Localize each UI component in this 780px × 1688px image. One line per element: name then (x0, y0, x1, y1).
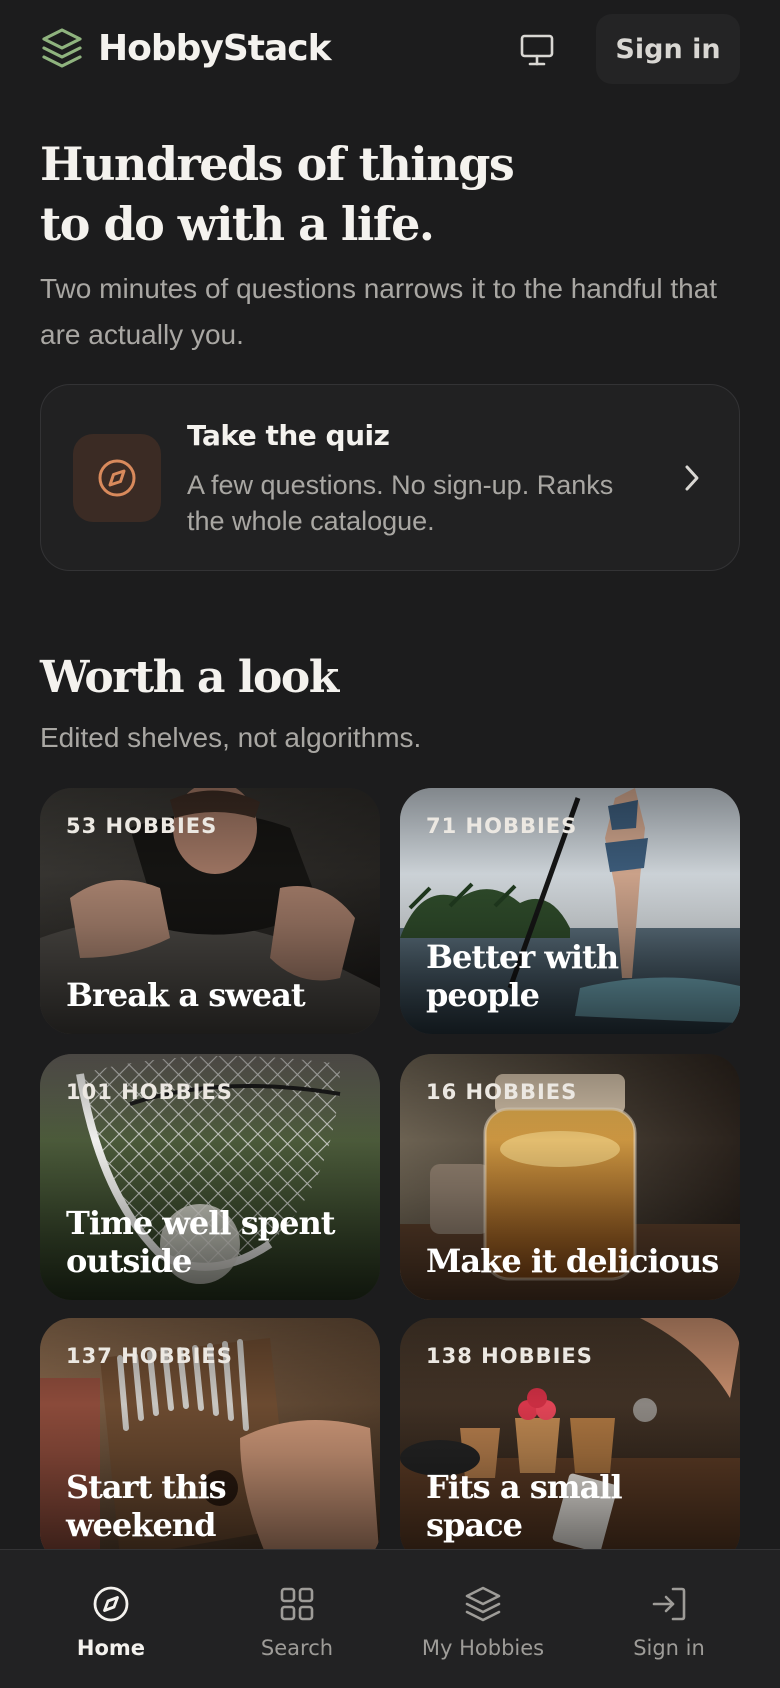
brand-logo[interactable]: HobbyStack (40, 26, 332, 70)
tile-count: 138 HOBBIES (426, 1344, 593, 1368)
shelf-tile-make-it-delicious[interactable]: 16 HOBBIES Make it delicious (400, 1054, 740, 1300)
chevron-right-icon (685, 465, 699, 491)
header-sign-in-button[interactable]: Sign in (596, 14, 740, 84)
grid-icon (280, 1587, 314, 1621)
compass-icon (98, 459, 136, 497)
nav-label: Search (260, 1636, 334, 1660)
nav-label: Home (76, 1636, 146, 1660)
nav-label: My Hobbies (421, 1636, 545, 1660)
tile-name: Better with people (426, 938, 619, 1014)
hero-subtitle: Two minutes of questions narrows it to t… (40, 273, 718, 350)
hero-title-line-1: Hundreds of things (40, 137, 515, 191)
nav-sign-in[interactable]: Sign in (579, 1550, 759, 1688)
quiz-title: Take the quiz (187, 419, 390, 452)
nav-home[interactable]: Home (21, 1550, 201, 1688)
theme-toggle-button[interactable] (512, 28, 562, 72)
tile-name: Break a sweat (66, 976, 306, 1014)
quiz-icon-box (73, 434, 161, 522)
tile-name: Time well spent outside (66, 1204, 335, 1280)
nav-search[interactable]: Search (207, 1550, 387, 1688)
quiz-description: A few questions. No sign-up. Ranks the w… (187, 470, 614, 536)
tile-count: 53 HOBBIES (66, 814, 218, 838)
tile-name: Make it delicious (426, 1242, 719, 1280)
nav-label: Sign in (633, 1636, 705, 1660)
tile-count: 71 HOBBIES (426, 814, 578, 838)
tile-name: Fits a small space (426, 1468, 623, 1544)
layers-icon (465, 1586, 501, 1622)
hero-title-line-2: to do with a life. (40, 197, 435, 251)
compass-icon (93, 1586, 129, 1622)
tile-count: 137 HOBBIES (66, 1344, 233, 1368)
brand-name: HobbyStack (98, 27, 332, 69)
monitor-icon (520, 34, 554, 66)
shelves-section-title: Worth a look (40, 652, 339, 703)
bottom-navigation: Home Search My Hobbies Sign in (0, 1549, 780, 1688)
shelf-tile-start-this-weekend[interactable]: 137 HOBBIES Start this weekend (40, 1318, 380, 1564)
app-header: HobbyStack Sign in (0, 0, 780, 100)
take-quiz-card[interactable]: Take the quiz A few questions. No sign-u… (40, 384, 740, 571)
tile-count: 101 HOBBIES (66, 1080, 233, 1104)
nav-my-hobbies[interactable]: My Hobbies (393, 1550, 573, 1688)
shelf-tile-better-with-people[interactable]: 71 HOBBIES Better with people (400, 788, 740, 1034)
shelf-tile-break-a-sweat[interactable]: 53 HOBBIES Break a sweat (40, 788, 380, 1034)
shelves-section-subtitle: Edited shelves, not algorithms. (40, 722, 422, 753)
shelf-tile-fits-a-small-space[interactable]: 138 HOBBIES Fits a small space (400, 1318, 740, 1564)
tile-count: 16 HOBBIES (426, 1080, 578, 1104)
shelf-tile-time-well-spent-outside[interactable]: 101 HOBBIES Time well spent outside (40, 1054, 380, 1300)
sign-in-icon (652, 1587, 686, 1621)
hero-title: Hundreds of things to do with a life. (40, 134, 680, 254)
tile-name: Start this weekend (66, 1468, 227, 1544)
layers-logo-icon (42, 28, 82, 68)
